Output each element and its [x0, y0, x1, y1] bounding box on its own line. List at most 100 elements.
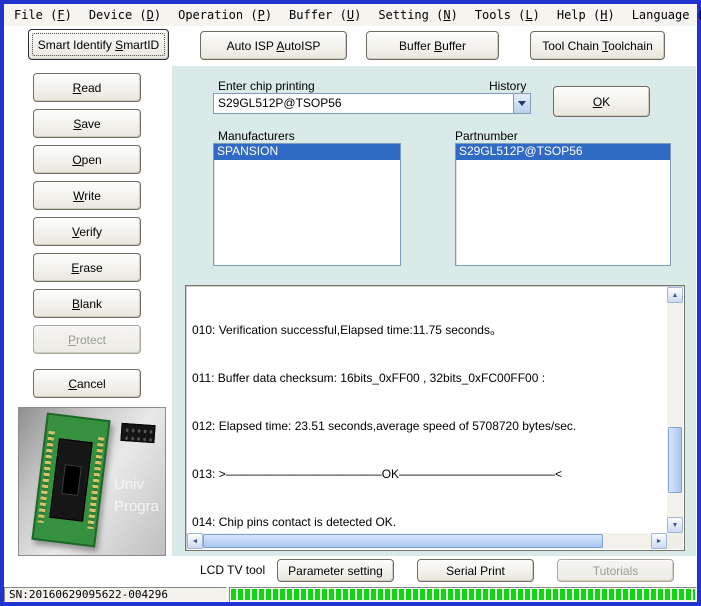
button-label: Smart Identify SmartID	[38, 38, 159, 52]
enter-chip-printing-label: Enter chip printing	[218, 79, 315, 93]
menu-label: Setting (	[378, 8, 443, 22]
menu-label: )	[265, 8, 272, 22]
manufacturers-list: SPANSION	[213, 143, 401, 266]
parameter-setting-button[interactable]: Parameter setting	[277, 559, 394, 582]
menu-label: )	[354, 8, 361, 22]
menu-hotkey: L	[525, 8, 532, 22]
combo-dropdown-button[interactable]	[513, 94, 530, 113]
button-label: OK	[593, 95, 610, 109]
partnumber-list: S29GL512P@TSOP56	[455, 143, 671, 266]
scroll-right-button[interactable]: ►	[651, 533, 667, 549]
log-line: 010: Verification successful,Elapsed tim…	[192, 322, 662, 338]
chip-search-combobox[interactable]: S29GL512P@TSOP56	[213, 93, 531, 114]
menu-hotkey: P	[258, 8, 265, 22]
log-line: 012: Elapsed time: 23.51 seconds,average…	[192, 418, 662, 434]
menu-label: Operation (	[178, 8, 257, 22]
partnumber-list-item[interactable]: S29GL512P@TSOP56	[456, 144, 670, 160]
isp-pin-header	[120, 423, 155, 443]
log-lines: 010: Verification successful,Elapsed tim…	[187, 287, 667, 533]
button-label: Auto ISP AutoISP	[227, 39, 321, 53]
button-label: Parameter setting	[288, 564, 383, 578]
button-label: Save	[73, 117, 100, 131]
scroll-left-button[interactable]: ◄	[187, 533, 203, 549]
horizontal-scroll-thumb[interactable]	[203, 534, 603, 548]
menu-hotkey: F	[57, 8, 64, 22]
manufacturer-list-item[interactable]: SPANSION	[214, 144, 400, 160]
smart-identify-button[interactable]: Smart Identify SmartID	[28, 29, 169, 60]
button-label: Cancel	[68, 377, 105, 391]
read-button[interactable]: Read	[33, 73, 141, 102]
adapter-photo: Univ Progra	[18, 407, 166, 556]
progress-bar-fill	[231, 589, 695, 600]
menu-label: Help (	[557, 8, 600, 22]
main-panel: Enter chip printing History S29GL512P@TS…	[172, 66, 696, 556]
menu-label: )	[533, 8, 540, 22]
menu-label: Language (	[632, 8, 701, 22]
serial-number-text: SN:20160629095622-004296	[4, 587, 227, 602]
serial-print-button[interactable]: Serial Print	[417, 559, 534, 582]
log-line: 013: >―――――――――――――OK―――――――――――――<	[192, 466, 662, 482]
write-button[interactable]: Write	[33, 181, 141, 210]
log-horizontal-scrollbar[interactable]: ◄ ►	[187, 533, 667, 549]
menu-hotkey: D	[147, 8, 154, 22]
menu-bar: File (F) Device (D) Operation (P) Buffer…	[4, 4, 697, 26]
scroll-up-button[interactable]: ▲	[667, 287, 683, 303]
menu-device[interactable]: Device (D)	[87, 7, 163, 23]
blank-button[interactable]: Blank	[33, 289, 141, 318]
menu-hotkey: U	[347, 8, 354, 22]
tutorials-button: Tutorials	[557, 559, 674, 582]
button-label: Protect	[68, 333, 106, 347]
scrollbar-corner	[667, 533, 683, 549]
partnumber-label: Partnumber	[455, 129, 518, 143]
menu-tools[interactable]: Tools (L)	[473, 7, 542, 23]
log-vertical-scrollbar[interactable]: ▲ ▼	[667, 287, 683, 533]
open-button[interactable]: Open	[33, 145, 141, 174]
button-label: Tutorials	[593, 564, 639, 578]
vertical-scroll-thumb[interactable]	[668, 427, 682, 493]
menu-label: File (	[14, 8, 57, 22]
menu-label: )	[451, 8, 458, 22]
button-label: Erase	[71, 261, 102, 275]
adapter-pcb	[31, 413, 110, 548]
menu-operation[interactable]: Operation (P)	[176, 7, 274, 23]
save-button[interactable]: Save	[33, 109, 141, 138]
chip-in-socket	[61, 464, 82, 496]
ok-button[interactable]: OK	[553, 86, 650, 117]
button-label: Serial Print	[446, 564, 505, 578]
menu-buffer[interactable]: Buffer (U)	[287, 7, 363, 23]
chip-search-value: S29GL512P@TSOP56	[214, 94, 513, 113]
protect-button: Protect	[33, 325, 141, 354]
erase-button[interactable]: Erase	[33, 253, 141, 282]
button-label: Buffer Buffer	[399, 39, 466, 53]
menu-label: Device (	[89, 8, 147, 22]
buffer-button[interactable]: Buffer Buffer	[366, 31, 499, 60]
menu-label: )	[154, 8, 161, 22]
menu-language[interactable]: Language (G)	[630, 7, 701, 23]
progress-bar	[229, 587, 697, 602]
chip-socket	[49, 438, 92, 522]
app-window: File (F) Device (D) Operation (P) Buffer…	[0, 0, 701, 606]
chevron-down-icon	[518, 101, 526, 110]
cancel-button[interactable]: Cancel	[33, 369, 141, 398]
menu-file[interactable]: File (F)	[12, 7, 74, 23]
button-label: Read	[73, 81, 102, 95]
button-label: Tool Chain Toolchain	[542, 39, 653, 53]
history-label: History	[489, 79, 526, 93]
menu-label: Tools (	[475, 8, 526, 22]
button-label: Open	[72, 153, 101, 167]
menu-setting[interactable]: Setting (N)	[376, 7, 460, 23]
status-bar: SN:20160629095622-004296	[4, 586, 697, 602]
photo-watermark-text: Univ Progra	[114, 474, 159, 518]
menu-hotkey: N	[443, 8, 450, 22]
menu-label: )	[65, 8, 72, 22]
auto-isp-button[interactable]: Auto ISP AutoISP	[200, 31, 347, 60]
menu-help[interactable]: Help (H)	[555, 7, 617, 23]
menu-label: Buffer (	[289, 8, 347, 22]
verify-button[interactable]: Verify	[33, 217, 141, 246]
scroll-down-button[interactable]: ▼	[667, 517, 683, 533]
log-area: 010: Verification successful,Elapsed tim…	[185, 285, 685, 551]
tool-chain-button[interactable]: Tool Chain Toolchain	[530, 31, 665, 60]
button-label: Write	[73, 189, 101, 203]
log-line: 011: Buffer data checksum: 16bits_0xFF00…	[192, 370, 662, 386]
button-label: Verify	[72, 225, 102, 239]
